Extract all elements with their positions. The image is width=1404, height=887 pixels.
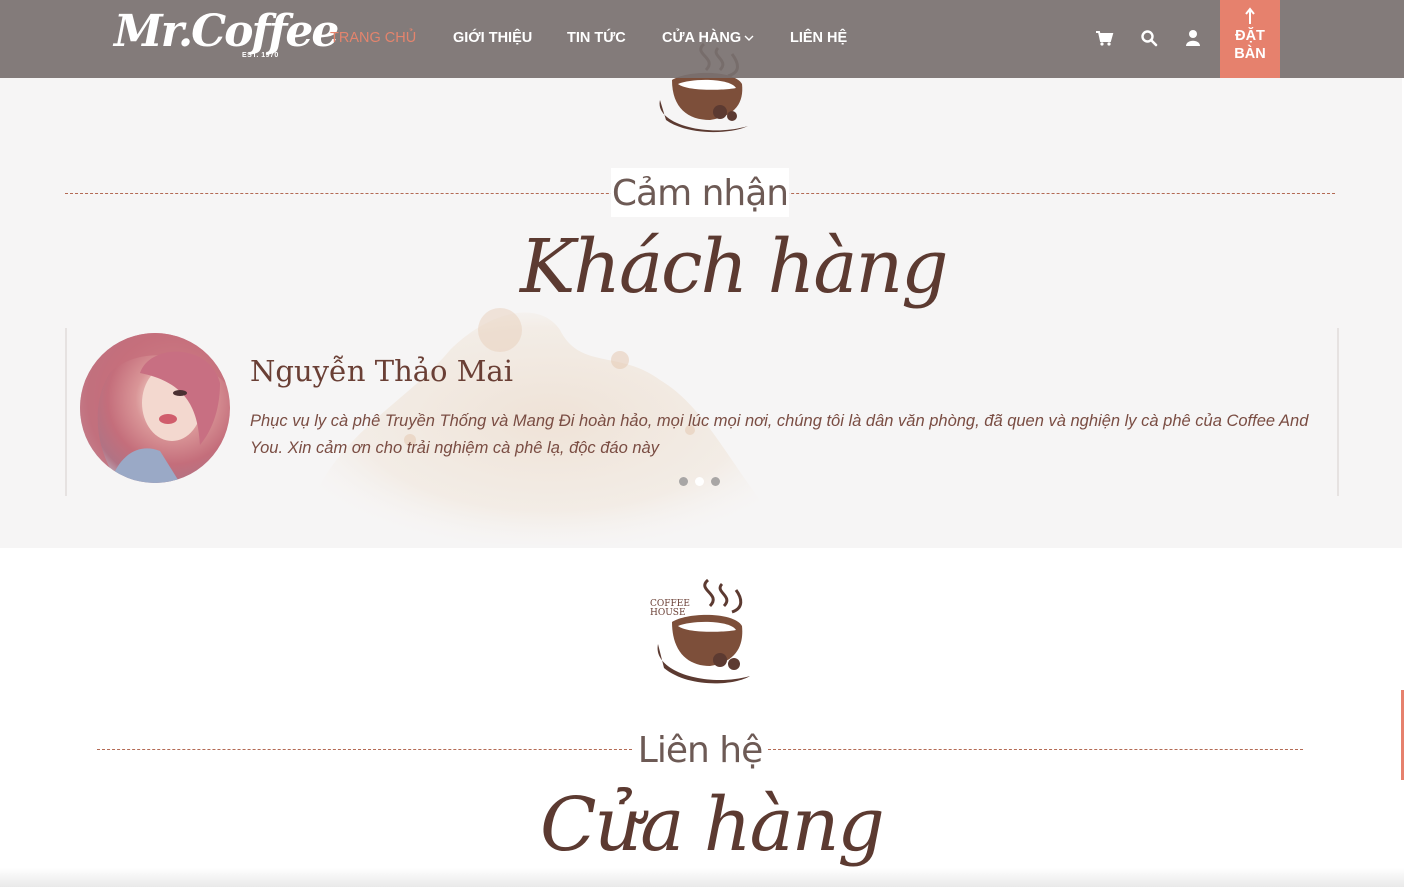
nav-item-news[interactable]: TIN TỨC — [567, 30, 626, 46]
carousel-dot-active[interactable] — [695, 477, 704, 486]
testimonial-quote: Phục vụ ly cà phê Truyền Thống và Mang Đ… — [250, 412, 1309, 457]
carousel-dot[interactable] — [679, 477, 688, 486]
logo[interactable]: Mr.Coffee EST. 1970 — [114, 2, 339, 72]
nav-item-about[interactable]: GIỚI THIỆU — [453, 30, 532, 46]
nav-item-contact[interactable]: LIÊN HỆ — [790, 30, 847, 46]
section-title: Khách hàng — [520, 224, 949, 310]
chevron-down-icon — [744, 35, 754, 42]
testimonial-section: Cảm nhận Khách hàng Nguyễn Thảo Mai Phục… — [0, 0, 1402, 548]
nav-label: TIN TỨC — [567, 30, 626, 46]
logo-est: EST. 1970 — [242, 52, 279, 59]
nav-label: GIỚI THIỆU — [453, 30, 533, 46]
cart-icon — [1096, 31, 1114, 46]
book-table-button[interactable]: ĐẶT BÀN — [1220, 0, 1280, 78]
contact-title: Cửa hàng — [540, 782, 885, 868]
section-subtitle: Cảm nhận — [611, 168, 789, 217]
user-icon — [1186, 30, 1200, 46]
site-header: Mr.Coffee EST. 1970 TRANG CHỦ GIỚI THIỆU… — [0, 0, 1404, 78]
cart-button[interactable] — [1094, 28, 1114, 48]
avatar — [80, 333, 230, 483]
nav-label: CỬA HÀNG — [662, 30, 742, 46]
arrow-up-icon — [1245, 7, 1255, 24]
coffee-house-logo: COFFEE HOUSE — [650, 578, 750, 684]
book-table-label: ĐẶT BÀN — [1234, 28, 1266, 62]
title-divider-left — [97, 749, 632, 750]
search-button[interactable] — [1139, 28, 1159, 48]
nav-item-store[interactable]: CỬA HÀNG — [662, 30, 755, 46]
nav-item-home[interactable]: TRANG CHỦ — [330, 30, 416, 46]
nav-label: LIÊN HỆ — [790, 30, 848, 46]
logo-line2: HOUSE — [650, 608, 686, 618]
bottom-shade — [0, 868, 1404, 887]
account-button[interactable] — [1183, 28, 1203, 48]
title-divider-right — [768, 749, 1303, 750]
testimonial-name: Nguyễn Thảo Mai — [250, 354, 513, 388]
logo-text: Mr.Coffee — [114, 6, 339, 57]
search-icon — [1141, 30, 1158, 47]
contact-subtitle: Liên hệ — [632, 728, 768, 774]
nav-label: TRANG CHỦ — [330, 30, 417, 46]
carousel-dot[interactable] — [711, 477, 720, 486]
